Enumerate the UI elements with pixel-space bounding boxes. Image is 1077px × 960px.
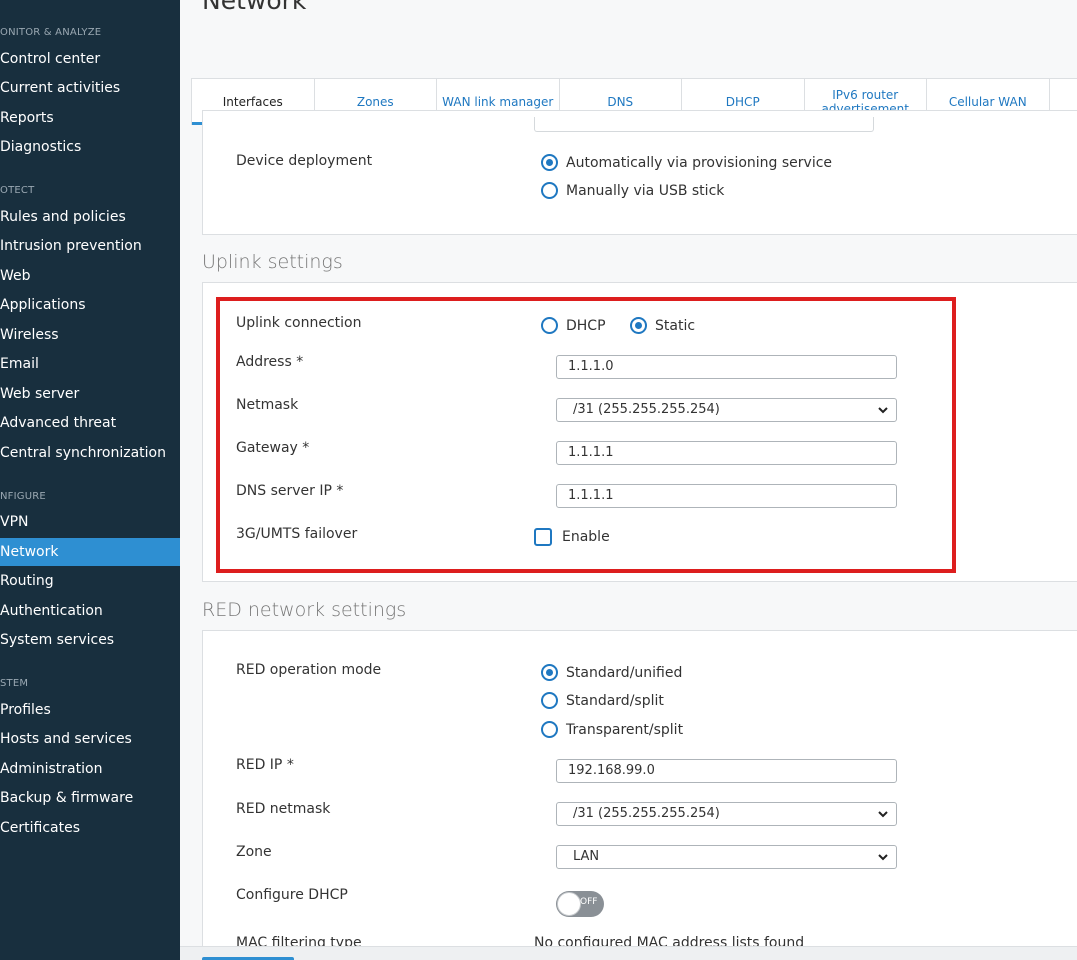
red-netmask-label: RED netmask (236, 801, 331, 817)
sidebar-item-reports[interactable]: Reports (0, 104, 180, 132)
radio-standard-unified[interactable]: Standard/unified (541, 664, 682, 681)
radio-label: Automatically via provisioning service (566, 154, 833, 171)
device-deployment-label: Device deployment (236, 153, 373, 169)
radio-manual-usb[interactable]: Manually via USB stick (541, 182, 724, 199)
sidebar-section-protect: OTECT (0, 185, 35, 196)
zone-select[interactable]: LAN (556, 845, 897, 869)
radio-selected-icon (541, 664, 558, 681)
chevron-down-icon (878, 854, 888, 861)
sidebar-item-advanced-threat[interactable]: Advanced threat (0, 409, 180, 437)
sidebar-item-backup-firmware[interactable]: Backup & firmware (0, 784, 180, 812)
red-ip-label: RED IP * (236, 757, 294, 773)
sidebar-item-wireless[interactable]: Wireless (0, 321, 180, 349)
sidebar-item-web[interactable]: Web (0, 262, 180, 290)
radio-transparent-split[interactable]: Transparent/split (541, 721, 683, 738)
sidebar-item-vpn[interactable]: VPN (0, 508, 180, 536)
red-mode-label: RED operation mode (236, 662, 382, 678)
sidebar-item-intrusion-prevention[interactable]: Intrusion prevention (0, 232, 180, 260)
sidebar-item-profiles[interactable]: Profiles (0, 696, 180, 724)
sidebar-item-rules-and-policies[interactable]: Rules and policies (0, 203, 180, 231)
sidebar-item-network[interactable]: Network (0, 538, 180, 566)
red-ip-input[interactable]: 192.168.99.0 (556, 759, 897, 783)
textarea-remnant (534, 117, 874, 132)
sidebar-item-central-synchronization[interactable]: Central synchronization (0, 439, 180, 467)
configure-dhcp-toggle[interactable]: OFF (556, 891, 604, 917)
sidebar-item-applications[interactable]: Applications (0, 291, 180, 319)
radio-unselected-icon (541, 182, 558, 199)
sidebar-item-email[interactable]: Email (0, 350, 180, 378)
radio-unselected-icon (541, 692, 558, 709)
red-netmask-value: /31 (255.255.255.254) (573, 806, 720, 821)
radio-label: Standard/unified (566, 664, 683, 681)
toggle-knob (557, 892, 581, 916)
radio-selected-icon (541, 154, 558, 171)
radio-unselected-icon (541, 721, 558, 738)
uplink-settings-title: Uplink settings (202, 251, 343, 273)
red-netmask-select[interactable]: /31 (255.255.255.254) (556, 802, 897, 826)
zone-label: Zone (236, 844, 272, 860)
page-title: Network (202, 0, 307, 15)
radio-auto-provisioning[interactable]: Automatically via provisioning service (541, 154, 832, 171)
radio-label: Manually via USB stick (566, 182, 725, 199)
sidebar-item-current-activities[interactable]: Current activities (0, 74, 180, 102)
red-settings-title: RED network settings (202, 599, 407, 621)
sidebar-item-authentication[interactable]: Authentication (0, 597, 180, 625)
sidebar-section-monitor: ONITOR & ANALYZE (0, 27, 102, 38)
radio-standard-split[interactable]: Standard/split (541, 692, 664, 709)
sidebar-section-system: STEM (0, 678, 29, 689)
sidebar-section-configure: NFIGURE (0, 491, 46, 502)
uplink-highlight-box (216, 297, 956, 573)
sidebar-item-hosts-and-services[interactable]: Hosts and services (0, 725, 180, 753)
configure-dhcp-label: Configure DHCP (236, 887, 348, 903)
sidebar: ONITOR & ANALYZE Control center Current … (0, 0, 180, 960)
sidebar-item-control-center[interactable]: Control center (0, 45, 180, 73)
sidebar-item-system-services[interactable]: System services (0, 626, 180, 654)
device-panel: Device deployment Automatically via prov… (202, 110, 1077, 235)
radio-label: Standard/split (566, 692, 664, 709)
sidebar-item-certificates[interactable]: Certificates (0, 814, 180, 842)
toggle-state-text: OFF (580, 897, 598, 907)
sidebar-item-routing[interactable]: Routing (0, 567, 180, 595)
zone-value: LAN (573, 849, 600, 864)
sidebar-item-administration[interactable]: Administration (0, 755, 180, 783)
bottom-action-bar (180, 946, 1077, 960)
sidebar-item-diagnostics[interactable]: Diagnostics (0, 133, 180, 161)
red-panel: RED operation mode Standard/unified Stan… (202, 630, 1077, 960)
sidebar-item-web-server[interactable]: Web server (0, 380, 180, 408)
radio-label: Transparent/split (566, 721, 684, 738)
chevron-down-icon (878, 811, 888, 818)
